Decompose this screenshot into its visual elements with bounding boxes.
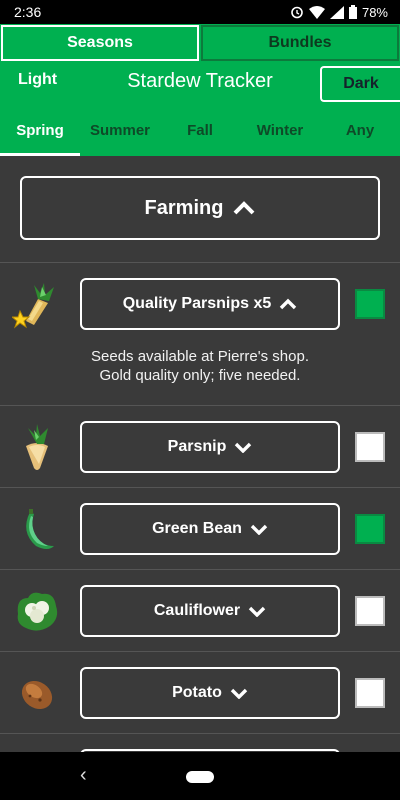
home-button[interactable] bbox=[186, 771, 214, 783]
signal-icon bbox=[329, 5, 344, 19]
item-details: Seeds available at Pierre's shop. Gold q… bbox=[0, 347, 400, 385]
item-label: Green Bean bbox=[152, 520, 242, 537]
season-tabs: Spring Summer Fall Winter Any bbox=[0, 104, 400, 156]
item-potato-button[interactable]: Potato bbox=[80, 667, 340, 719]
chevron-up-icon bbox=[280, 298, 297, 310]
item-checkbox[interactable] bbox=[355, 289, 385, 319]
alarm-icon bbox=[291, 6, 303, 19]
parsnip-icon bbox=[26, 424, 48, 470]
list-item-green-bean: Green Bean bbox=[0, 487, 400, 569]
back-icon[interactable]: ‹ bbox=[80, 764, 87, 787]
item-label: Parsnip bbox=[167, 438, 227, 455]
tab-bundles[interactable]: Bundles bbox=[201, 25, 399, 61]
tab-any[interactable]: Any bbox=[320, 104, 400, 156]
navigation-bar: ‹ bbox=[0, 752, 400, 800]
details-line: Gold quality only; five needed. bbox=[99, 367, 301, 384]
item-checkbox[interactable] bbox=[355, 432, 385, 462]
top-tabs: Seasons Bundles bbox=[0, 24, 400, 62]
item-quality-parsnips-button[interactable]: Quality Parsnips x5 bbox=[80, 278, 340, 330]
tab-spring[interactable]: Spring bbox=[0, 104, 80, 156]
item-checkbox[interactable] bbox=[355, 514, 385, 544]
list-item-potato: Potato bbox=[0, 651, 400, 733]
cauliflower-icon bbox=[17, 592, 58, 631]
item-parsnip-button[interactable]: Parsnip bbox=[80, 421, 340, 473]
app-header: Light Stardew Tracker Dark bbox=[0, 62, 400, 104]
list-item-parsnip: Parsnip bbox=[0, 405, 400, 487]
details-line: Seeds available at Pierre's shop. bbox=[91, 348, 309, 365]
category-label: Farming bbox=[144, 196, 224, 219]
status-time: 2:36 bbox=[14, 4, 42, 20]
green-bean-icon bbox=[26, 509, 54, 549]
status-icons: 78% bbox=[290, 5, 388, 20]
tab-winter[interactable]: Winter bbox=[240, 104, 320, 156]
quality-parsnip-icon bbox=[12, 283, 54, 329]
chevron-down-icon bbox=[250, 524, 268, 535]
item-label: Cauliflower bbox=[153, 602, 241, 619]
category-farming-button[interactable]: Farming bbox=[20, 176, 380, 240]
battery-percent: 78% bbox=[361, 4, 388, 20]
list-item-cauliflower: Cauliflower bbox=[0, 569, 400, 651]
tab-fall[interactable]: Fall bbox=[160, 104, 240, 156]
tab-summer[interactable]: Summer bbox=[80, 104, 160, 156]
chevron-up-icon bbox=[234, 201, 255, 215]
item-checkbox[interactable] bbox=[355, 678, 385, 708]
list-item-partial bbox=[0, 733, 400, 759]
tab-seasons[interactable]: Seasons bbox=[1, 25, 199, 61]
item-label: Potato bbox=[172, 684, 222, 701]
item-cauliflower-button[interactable]: Cauliflower bbox=[80, 585, 340, 637]
dark-theme-button[interactable]: Dark bbox=[320, 66, 400, 102]
battery-icon bbox=[348, 5, 357, 19]
list-item-quality-parsnips: Quality Parsnips x5 Seeds available at P… bbox=[0, 262, 400, 406]
light-theme-button[interactable]: Light bbox=[18, 71, 57, 89]
chevron-down-icon bbox=[235, 442, 252, 453]
status-bar: 2:36 78% bbox=[0, 0, 400, 24]
item-label: Quality Parsnips x5 bbox=[122, 295, 272, 312]
item-checkbox[interactable] bbox=[355, 596, 385, 626]
chevron-down-icon bbox=[248, 606, 266, 617]
wifi-icon bbox=[308, 5, 325, 19]
chevron-down-icon bbox=[230, 688, 248, 699]
potato-icon bbox=[21, 680, 53, 710]
item-green-bean-button[interactable]: Green Bean bbox=[80, 503, 340, 555]
